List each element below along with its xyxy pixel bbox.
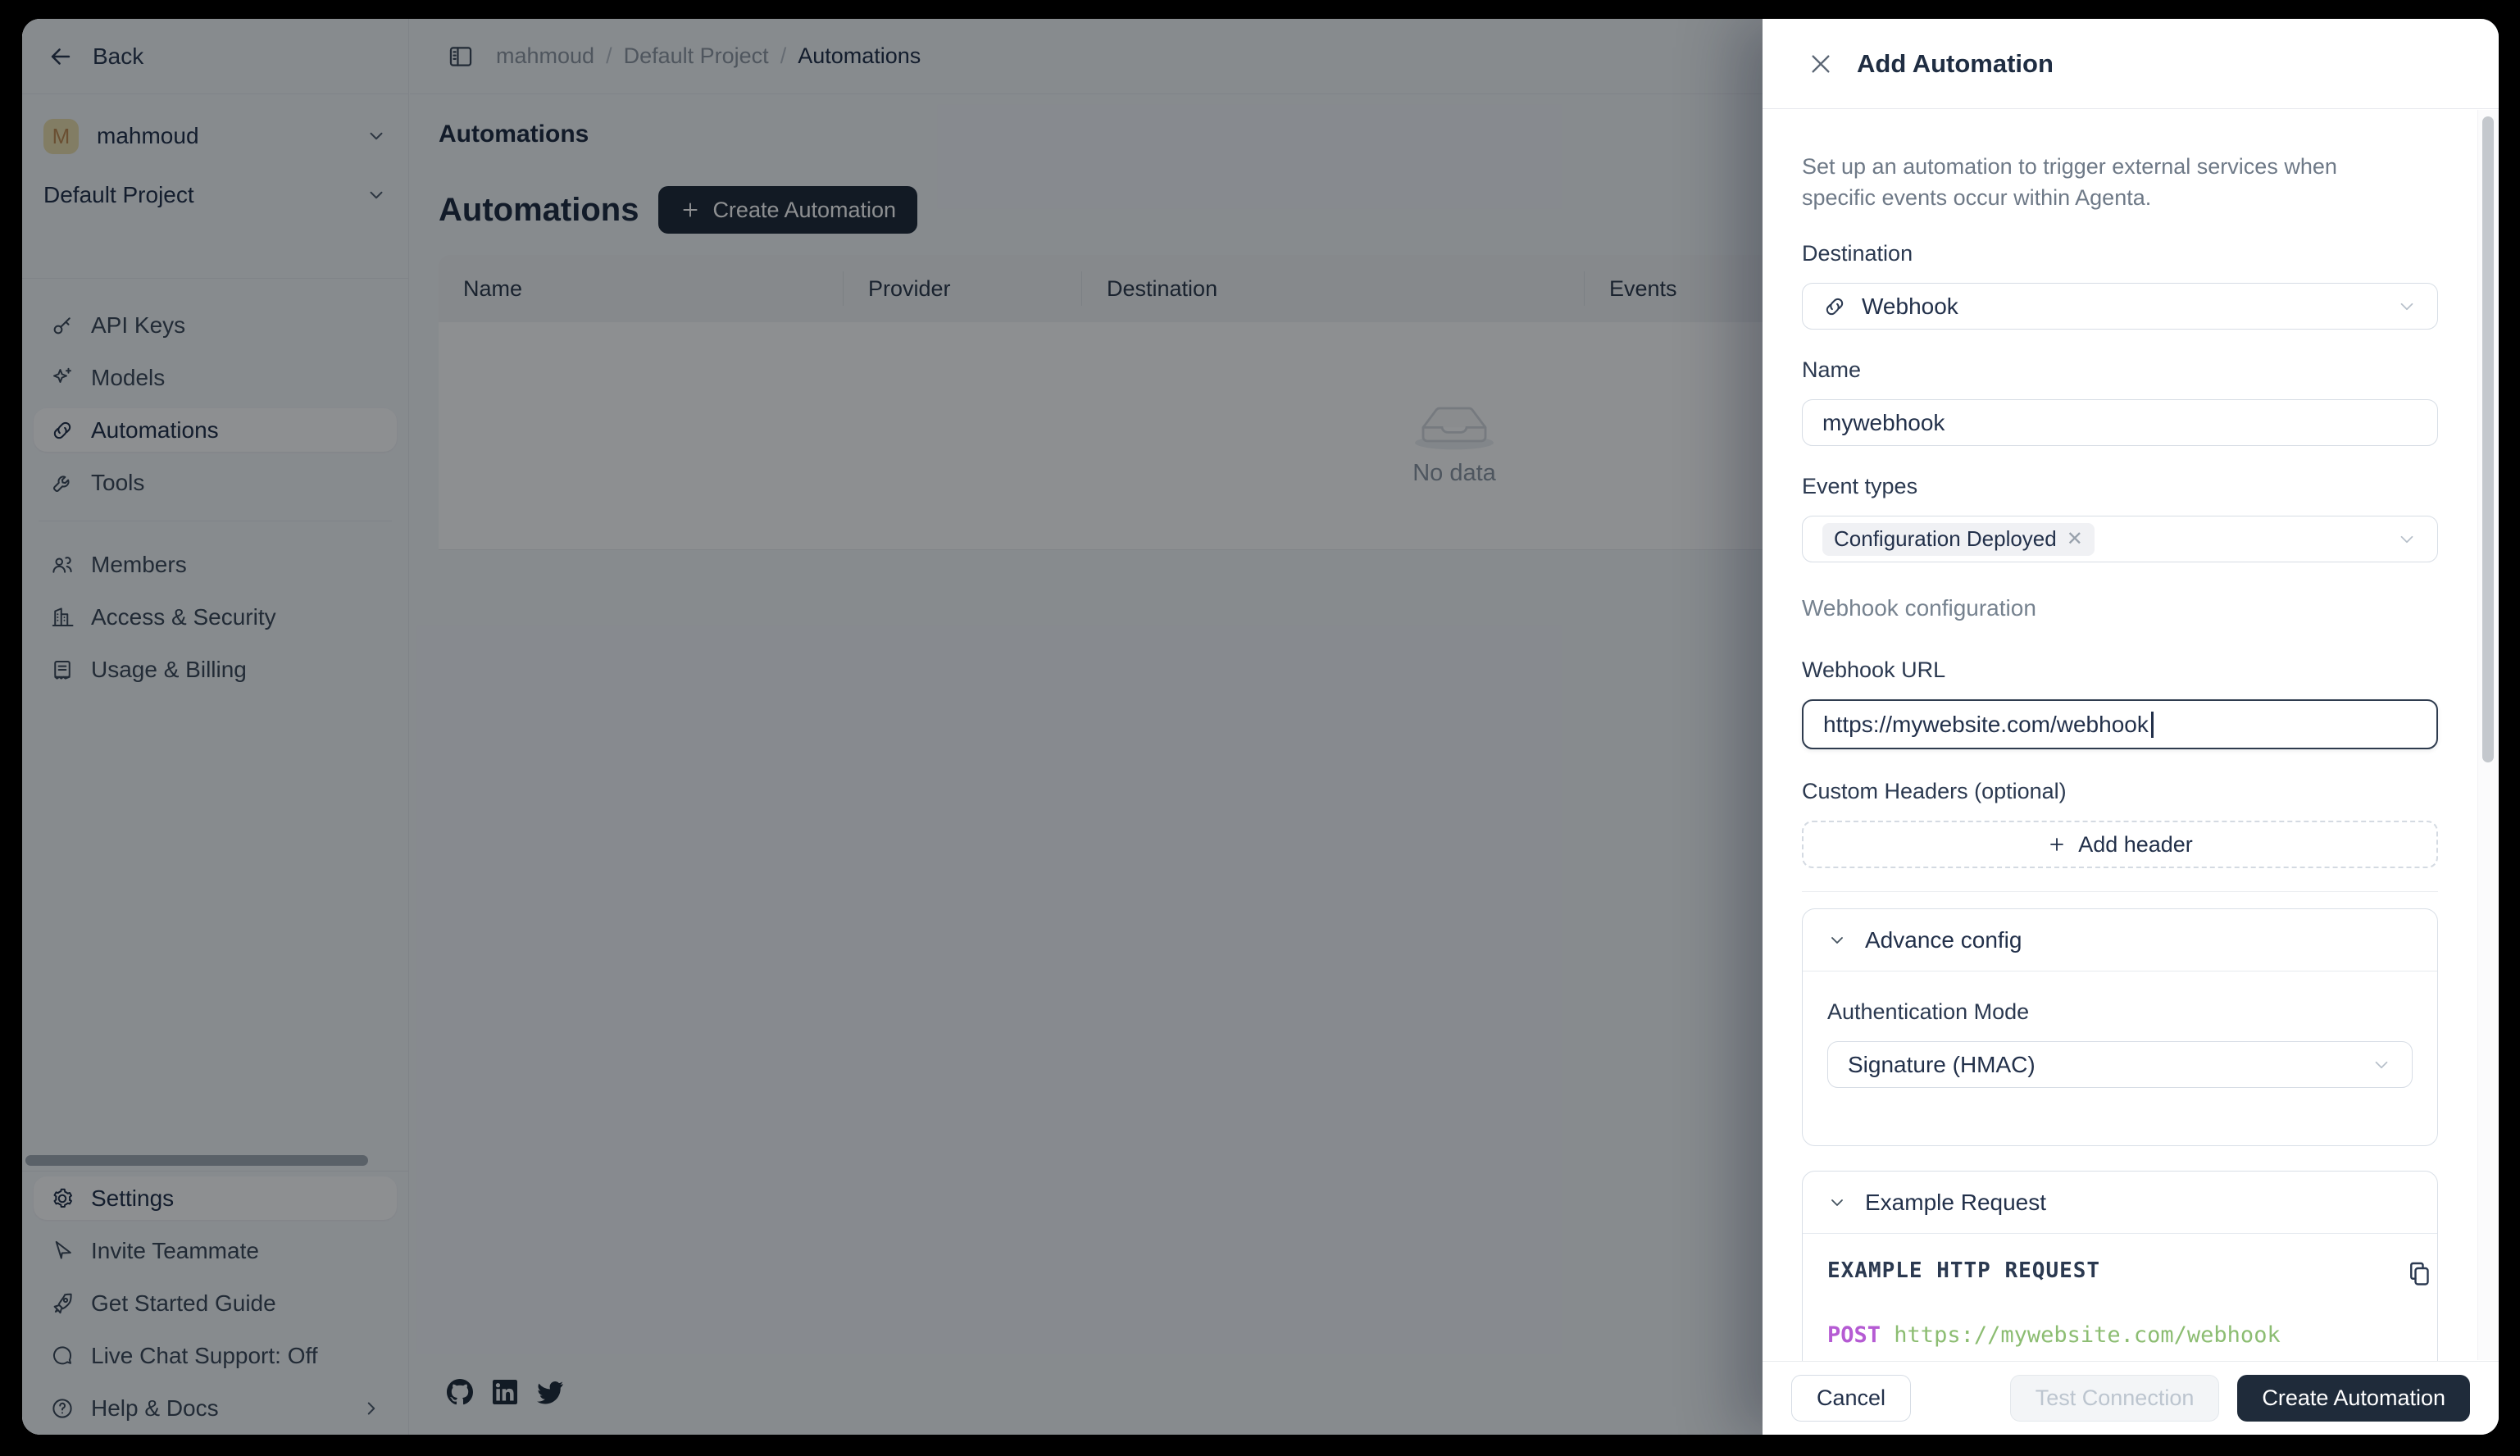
webhook-config-section-title: Webhook configuration: [1802, 595, 2438, 621]
cancel-button[interactable]: Cancel: [1791, 1375, 1911, 1422]
drawer-body: Set up an automation to trigger external…: [1763, 110, 2499, 1435]
close-icon[interactable]: [1808, 51, 1834, 77]
remove-tag-icon[interactable]: ✕: [2067, 527, 2083, 551]
plus-icon: [2047, 835, 2067, 854]
auth-mode-value: Signature (HMAC): [1848, 1052, 2036, 1078]
destination-select[interactable]: Webhook: [1802, 283, 2438, 330]
webhook-url-label: Webhook URL: [1802, 657, 2438, 683]
example-request-header[interactable]: Example Request: [1803, 1172, 2437, 1234]
text-caret: [2151, 712, 2154, 738]
copy-icon: [2404, 1258, 2434, 1288]
drawer-header: Add Automation: [1763, 19, 2499, 109]
name-value: mywebhook: [1822, 410, 1945, 436]
advance-config-header[interactable]: Advance config: [1803, 909, 2437, 971]
example-request-title: Example Request: [1865, 1190, 2046, 1216]
add-automation-drawer: Add Automation Set up an automation to t…: [1763, 19, 2499, 1435]
webhook-url-value: https://mywebsite.com/webhook: [1823, 712, 2149, 738]
test-connection-button[interactable]: Test Connection: [2010, 1375, 2220, 1422]
http-url: https://mywebsite.com/webhook: [1894, 1322, 2280, 1348]
event-type-tag: Configuration Deployed ✕: [1822, 523, 2095, 556]
add-header-label: Add header: [2078, 832, 2193, 858]
name-label: Name: [1802, 357, 2438, 383]
destination-label: Destination: [1802, 241, 2438, 266]
event-types-label: Event types: [1802, 474, 2438, 499]
http-method: POST: [1827, 1322, 1881, 1348]
auth-mode-select[interactable]: Signature (HMAC): [1827, 1041, 2413, 1088]
chevron-down-icon: [2371, 1054, 2392, 1076]
chevron-down-icon: [1827, 930, 1847, 950]
add-header-button[interactable]: Add header: [1802, 821, 2438, 868]
drawer-footer: Cancel Test Connection Create Automation: [1763, 1361, 2499, 1435]
scrollbar-thumb[interactable]: [2482, 116, 2494, 762]
event-type-tag-label: Configuration Deployed: [1834, 526, 2057, 552]
divider: [1802, 891, 2438, 892]
chevron-down-icon: [2396, 529, 2418, 550]
code-title: EXAMPLE HTTP REQUEST: [1827, 1258, 2413, 1283]
advance-config-title: Advance config: [1865, 927, 2022, 953]
destination-value: Webhook: [1862, 293, 1958, 320]
link-icon: [1822, 294, 1847, 319]
chevron-down-icon: [1827, 1193, 1847, 1213]
scrollbar-track[interactable]: [2477, 110, 2499, 1360]
webhook-url-input[interactable]: https://mywebsite.com/webhook: [1802, 699, 2438, 749]
copy-button[interactable]: [2404, 1258, 2434, 1290]
app-window: Back M mahmoud Default Project API Keys …: [22, 19, 2499, 1435]
drawer-title: Add Automation: [1857, 49, 2054, 79]
create-automation-submit-button[interactable]: Create Automation: [2237, 1375, 2470, 1422]
custom-headers-label: Custom Headers (optional): [1802, 779, 2438, 804]
advance-config-panel: Advance config Authentication Mode Signa…: [1802, 908, 2438, 1146]
event-types-select[interactable]: Configuration Deployed ✕: [1802, 516, 2438, 562]
chevron-down-icon: [2396, 296, 2418, 317]
drawer-description: Set up an automation to trigger external…: [1802, 151, 2417, 213]
auth-mode-label: Authentication Mode: [1827, 999, 2413, 1025]
name-input[interactable]: mywebhook: [1802, 399, 2438, 446]
